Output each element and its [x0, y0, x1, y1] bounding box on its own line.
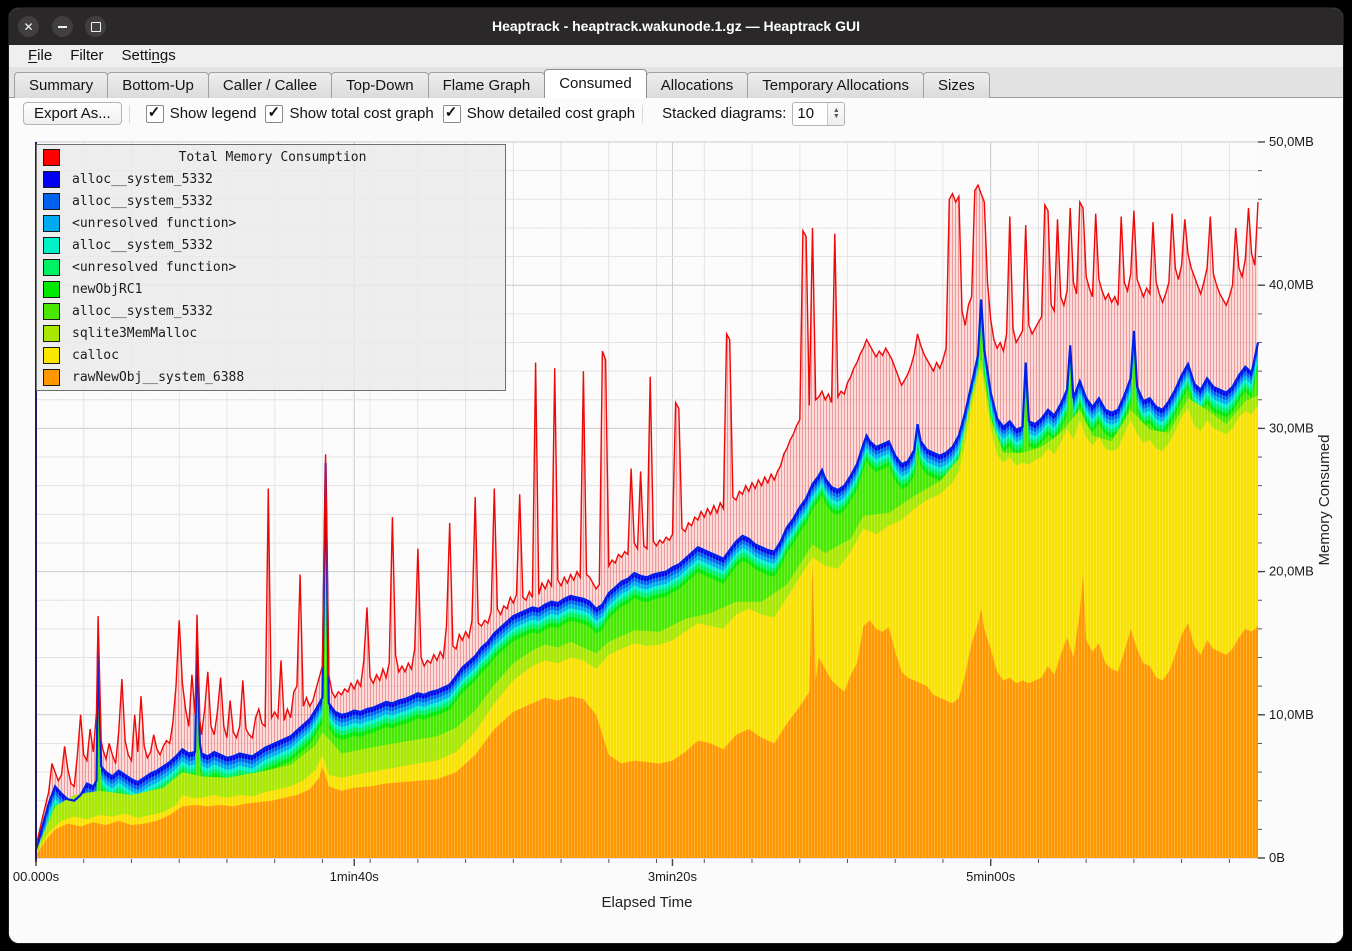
y-tick-label: 50,0MB [1269, 134, 1314, 149]
legend-swatch [43, 325, 60, 342]
x-axis-title: Elapsed Time [602, 894, 693, 911]
legend-item: alloc__system_5332 [37, 169, 505, 191]
legend-swatch [43, 149, 60, 166]
legend-swatch [43, 215, 60, 232]
toolbar-separator [129, 105, 130, 123]
export-as-button[interactable]: Export As... [23, 102, 122, 125]
y-tick-label: 20,0MB [1269, 564, 1314, 579]
y-axis-title: Memory Consumed [1316, 435, 1333, 566]
toolbar: Export As... Show legend Show total cost … [9, 98, 1343, 129]
y-tick-label: 10,0MB [1269, 707, 1314, 722]
legend-item: <unresolved function> [37, 257, 505, 279]
spinner-arrows[interactable]: ▲ ▼ [827, 103, 844, 125]
chart-legend: Total Memory Consumption alloc__system_53… [36, 144, 506, 391]
legend-title-row: Total Memory Consumption [37, 147, 505, 169]
legend-swatch [43, 281, 60, 298]
tab-bottom-up[interactable]: Bottom-Up [107, 72, 209, 98]
checkbox-show-total-cost-graph[interactable]: Show total cost graph [265, 105, 433, 123]
legend-item: newObjRC1 [37, 278, 505, 300]
stacked-diagrams-spinner[interactable]: 10 ▲ ▼ [792, 102, 845, 126]
legend-item: alloc__system_5332 [37, 300, 505, 322]
checkbox-group: Show legend Show total cost graph Show det… [137, 105, 635, 123]
legend-swatch [43, 171, 60, 188]
checkbox-box[interactable] [443, 105, 461, 123]
legend-item-label: sqlite3MemMalloc [72, 326, 197, 341]
tab-bar: SummaryBottom-UpCaller / CalleeTop-DownF… [9, 67, 1343, 98]
window-title: Heaptrack - heaptrack.wakunode.1.gz — He… [9, 8, 1343, 45]
stacked-diagrams-group: Stacked diagrams: 10 ▲ ▼ [662, 102, 845, 126]
legend-item-label: <unresolved function> [72, 260, 236, 275]
legend-swatch [43, 303, 60, 320]
consumed-chart-area: 00.000s 1min40s 3min20s 5min00s 0B 10,0MB 20,0… [9, 129, 1343, 943]
checkbox-label: Show detailed cost graph [467, 105, 635, 122]
checkbox-show-legend[interactable]: Show legend [146, 105, 257, 123]
legend-item-label: alloc__system_5332 [72, 238, 213, 253]
tab-temporary-allocations[interactable]: Temporary Allocations [747, 72, 924, 98]
x-tick-label: 1min40s [330, 869, 380, 884]
y-tick-label: 30,0MB [1269, 420, 1314, 435]
legend-item-label: alloc__system_5332 [72, 194, 213, 209]
x-tick-label: 3min20s [648, 869, 698, 884]
app-window: ✕ Heaptrack - heaptrack.wakunode.1.gz — … [9, 8, 1343, 943]
y-tick-label: 40,0MB [1269, 277, 1314, 292]
legend-item-label: <unresolved function> [72, 216, 236, 231]
tab-top-down[interactable]: Top-Down [331, 72, 429, 98]
tab-allocations[interactable]: Allocations [646, 72, 749, 98]
legend-swatch [43, 369, 60, 386]
toolbar-separator [642, 105, 643, 123]
legend-item: alloc__system_5332 [37, 235, 505, 257]
legend-swatch [43, 259, 60, 276]
legend-item-label: rawNewObj__system_6388 [72, 370, 244, 385]
y-tick-label: 0B [1269, 850, 1285, 865]
tab-consumed[interactable]: Consumed [544, 69, 647, 98]
stacked-diagrams-label: Stacked diagrams: [662, 105, 786, 122]
legend-item: sqlite3MemMalloc [37, 322, 505, 344]
legend-swatch [43, 193, 60, 210]
menu-settings[interactable]: Settings [113, 45, 185, 67]
checkbox-label: Show legend [170, 105, 257, 122]
checkbox-box[interactable] [146, 105, 164, 123]
legend-item-label: alloc__system_5332 [72, 304, 213, 319]
checkbox-box[interactable] [265, 105, 283, 123]
checkbox-show-detailed-cost-graph[interactable]: Show detailed cost graph [443, 105, 635, 123]
legend-item: alloc__system_5332 [37, 191, 505, 213]
legend-item: <unresolved function> [37, 213, 505, 235]
legend-title: Total Memory Consumption [60, 150, 505, 165]
legend-item: rawNewObj__system_6388 [37, 366, 505, 388]
spinner-value[interactable]: 10 [793, 103, 827, 125]
legend-swatch [43, 237, 60, 254]
legend-swatch [43, 347, 60, 364]
tab-summary[interactable]: Summary [14, 72, 108, 98]
tab-sizes[interactable]: Sizes [923, 72, 990, 98]
menubar: File Filter Settings [9, 45, 1343, 67]
tab-flame-graph[interactable]: Flame Graph [428, 72, 546, 98]
legend-item: calloc [37, 344, 505, 366]
tab-caller-callee[interactable]: Caller / Callee [208, 72, 332, 98]
checkbox-label: Show total cost graph [289, 105, 433, 122]
menu-filter[interactable]: Filter [61, 45, 112, 67]
titlebar[interactable]: ✕ Heaptrack - heaptrack.wakunode.1.gz — … [9, 8, 1343, 45]
menu-file[interactable]: File [19, 45, 61, 67]
spin-down-icon[interactable]: ▼ [833, 114, 840, 120]
x-tick-label: 00.000s [13, 869, 60, 884]
legend-item-label: calloc [72, 348, 119, 363]
x-tick-label: 5min00s [966, 869, 1016, 884]
legend-item-label: alloc__system_5332 [72, 172, 213, 187]
legend-item-label: newObjRC1 [72, 282, 142, 297]
